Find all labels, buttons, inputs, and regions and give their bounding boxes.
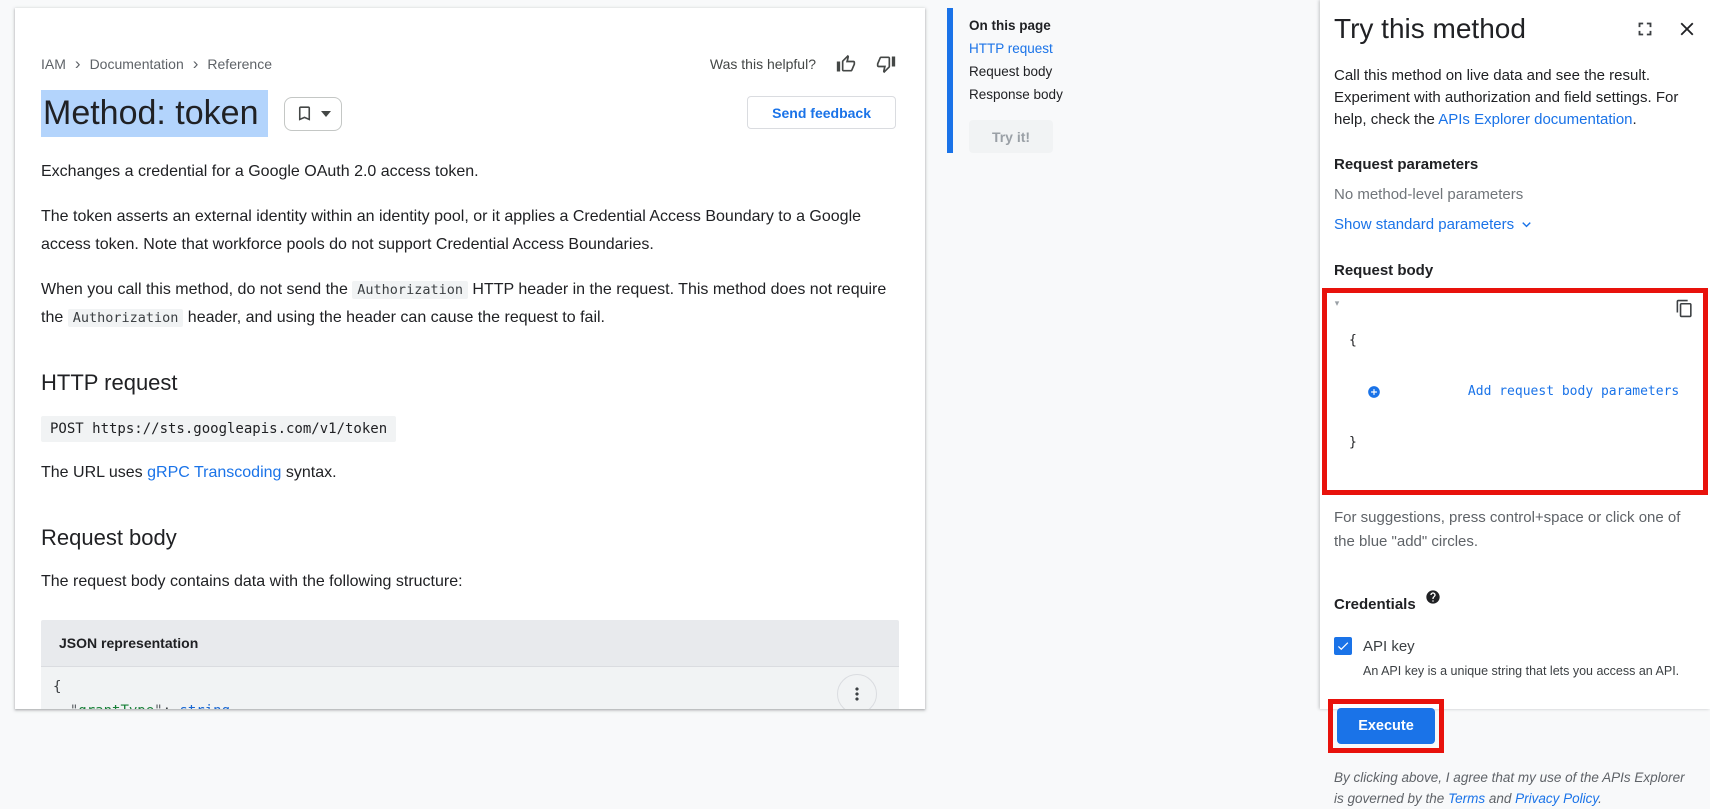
title-row: Method: token Send feedback (41, 94, 910, 133)
request-body-editor[interactable]: ▾ { Add request body parameters } (1327, 293, 1703, 490)
add-request-body-parameters[interactable]: Add request body parameters (1349, 383, 1679, 400)
send-feedback-button[interactable]: Send feedback (747, 96, 896, 129)
breadcrumb-link[interactable]: Reference (207, 56, 272, 72)
meta-row: IAM › Documentation › Reference Was this hel… (41, 54, 910, 74)
page-title: Method: token (41, 94, 268, 133)
api-key-description: An API key is a unique string that lets … (1363, 664, 1698, 678)
thumb-down-icon[interactable] (876, 54, 896, 74)
content-copy-icon (1675, 299, 1694, 318)
json-code-block: { "grantType": string, "audience": strin… (41, 667, 899, 709)
credentials-label: Credentials (1334, 596, 1416, 613)
fullscreen-icon (1634, 18, 1656, 40)
request-body-heading: Request body (41, 525, 910, 551)
suggestion-text: For suggestions, press control+space or … (1334, 506, 1692, 554)
execute-annotation-box: Execute (1328, 699, 1444, 753)
editor-open-brace: { (1349, 332, 1679, 349)
doc-content-card: IAM › Documentation › Reference Was this hel… (15, 8, 925, 709)
try-it-button[interactable]: Try it! (969, 120, 1053, 153)
fullscreen-button[interactable] (1634, 18, 1656, 40)
chevron-down-icon (1518, 216, 1535, 233)
doc-body: Exchanges a credential for a Google OAut… (41, 158, 910, 709)
no-params-text: No method-level parameters (1334, 186, 1698, 203)
code-more-options-button[interactable] (837, 674, 877, 709)
privacy-policy-link[interactable]: Privacy Policy (1515, 791, 1598, 806)
json-code: { "grantType": string, "audience": strin… (53, 675, 881, 709)
helpful-widget: Was this helpful? (710, 54, 896, 74)
breadcrumb-link[interactable]: Documentation (90, 56, 184, 72)
json-representation-table: JSON representation { "grantType": strin… (41, 620, 899, 709)
try-this-method-panel: Try this method Call this method on live… (1320, 0, 1710, 709)
try-panel-intro: Call this method on live data and see th… (1334, 65, 1688, 131)
chevron-right-icon: › (193, 57, 199, 71)
thumb-up-icon[interactable] (836, 54, 856, 74)
code-line: "grantType": string, (53, 699, 881, 709)
api-key-row: API key (1334, 637, 1698, 655)
fold-triangle-icon: ▾ (1335, 298, 1340, 308)
close-icon (1676, 18, 1698, 40)
http-request-heading: HTTP request (41, 370, 910, 396)
doc-paragraph: Exchanges a credential for a Google OAut… (41, 158, 887, 186)
helpful-label: Was this helpful? (710, 56, 816, 72)
request-body-label: Request body (1334, 262, 1698, 279)
credentials-row: Credentials (1334, 596, 1698, 613)
api-key-label: API key (1363, 638, 1415, 655)
grpc-line: The URL uses gRPC Transcoding syntax. (41, 459, 887, 487)
execute-button[interactable]: Execute (1337, 708, 1435, 744)
bookmark-caret-icon (321, 111, 331, 117)
breadcrumb-link[interactable]: IAM (41, 56, 66, 72)
more-vert-icon (847, 684, 867, 704)
close-panel-button[interactable] (1676, 18, 1698, 40)
toc-link[interactable]: Response body (969, 83, 1127, 106)
toc-link[interactable]: HTTP request (969, 37, 1127, 60)
help-icon[interactable] (1425, 589, 1441, 605)
grpc-transcoding-link[interactable]: gRPC Transcoding (147, 464, 281, 481)
try-panel-header: Try this method (1334, 13, 1698, 45)
request-body-intro: The request body contains data with the … (41, 568, 887, 596)
request-parameters-label: Request parameters (1334, 156, 1698, 173)
terms-link[interactable]: Terms (1448, 791, 1485, 806)
editor-code[interactable]: { Add request body parameters } (1347, 293, 1679, 490)
on-this-page-nav: On this page HTTP requestRequest bodyRes… (947, 8, 1127, 153)
chevron-right-icon: › (75, 57, 81, 71)
on-this-page-title: On this page (969, 14, 1127, 37)
on-this-page-links: HTTP requestRequest bodyResponse body (969, 37, 1127, 106)
editor-close-brace: } (1349, 434, 1679, 451)
inline-code-authorization: Authorization (352, 281, 468, 299)
bookmark-button[interactable] (284, 97, 342, 131)
try-panel-footer: By clicking above, I agree that my use o… (1334, 767, 1690, 809)
apis-explorer-doc-link[interactable]: APIs Explorer documentation (1438, 111, 1632, 128)
api-key-checkbox[interactable] (1334, 637, 1352, 655)
breadcrumb: IAM › Documentation › Reference (41, 56, 272, 72)
http-request-code: POST https://sts.googleapis.com/v1/token (41, 416, 396, 442)
bookmark-icon (295, 104, 314, 123)
doc-paragraph: The token asserts an external identity w… (41, 203, 887, 259)
code-fold-gutter[interactable]: ▾ (1327, 293, 1347, 490)
request-body-annotation-box: ▾ { Add request body parameters } (1322, 288, 1708, 495)
json-representation-header: JSON representation (41, 620, 899, 667)
inline-code-authorization: Authorization (68, 309, 184, 327)
show-standard-parameters-link[interactable]: Show standard parameters (1334, 216, 1698, 233)
add-circle-icon (1367, 351, 1461, 433)
copy-button[interactable] (1675, 299, 1694, 318)
try-panel-title: Try this method (1334, 13, 1614, 45)
code-line: { (53, 675, 881, 699)
doc-paragraph: When you call this method, do not send t… (41, 276, 887, 332)
toc-link[interactable]: Request body (969, 60, 1127, 83)
